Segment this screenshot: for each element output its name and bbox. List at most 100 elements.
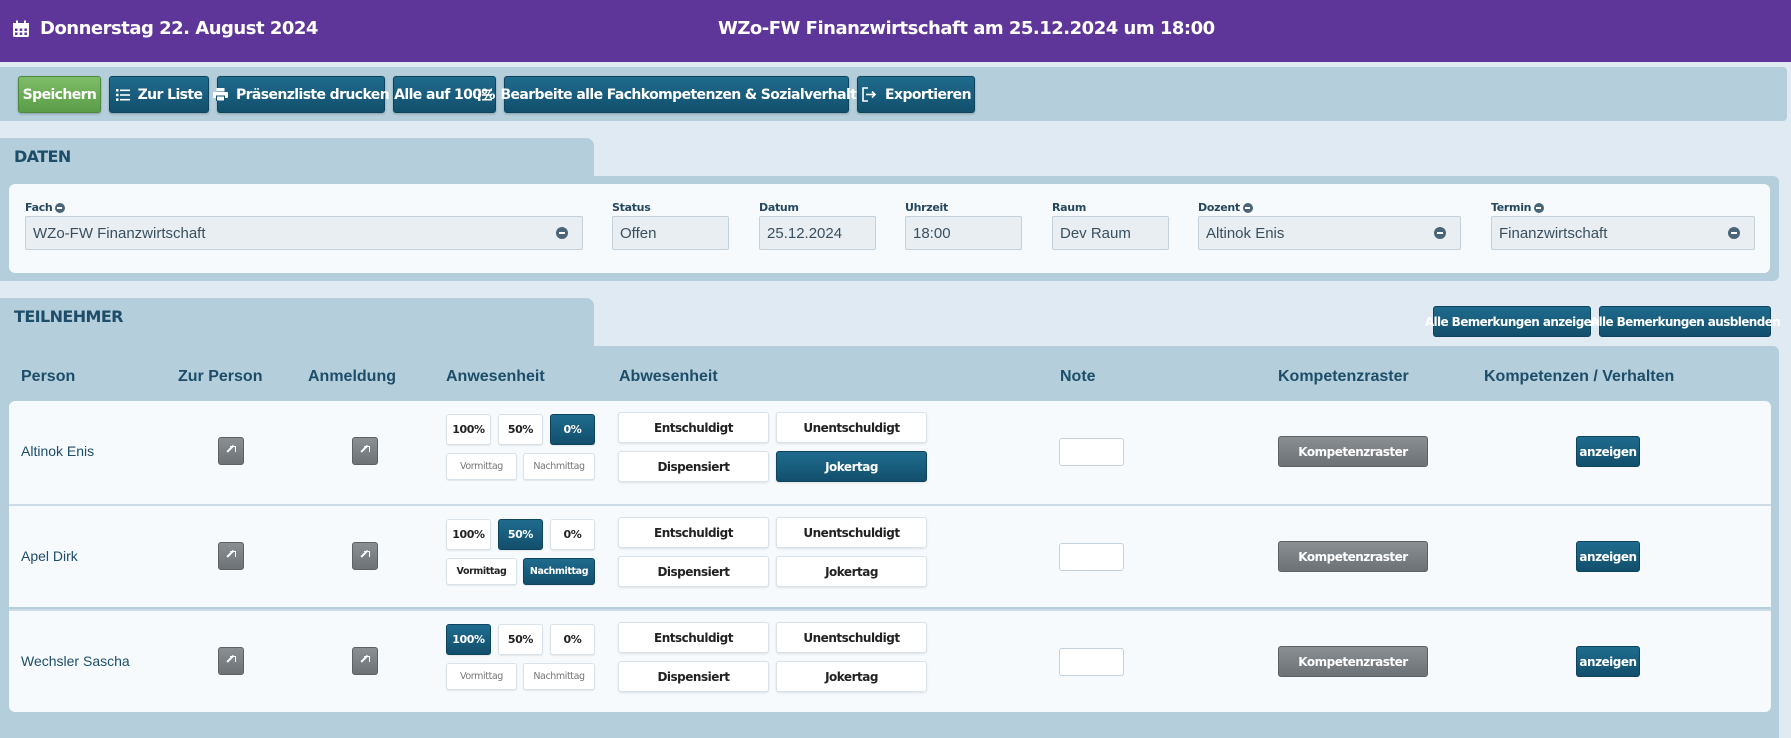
presence-50-button[interactable]: 50% <box>498 624 543 655</box>
dozent-value: Altinok Enis <box>1206 225 1285 242</box>
arrow-right-icon[interactable] <box>1434 227 1446 239</box>
print-button[interactable]: Präsenzliste drucken <box>212 76 390 113</box>
date-text: Donnerstag 22. August 2024 <box>40 18 318 39</box>
col-abwesenheit: Abwesenheit <box>619 368 718 385</box>
note-input[interactable] <box>1059 648 1124 676</box>
hide-all-remarks-button[interactable]: Alle Bemerkungen ausblenden <box>1590 306 1781 337</box>
show-competencies-button[interactable]: anzeigen <box>1576 541 1640 572</box>
presence-0-button[interactable]: 0% <box>550 624 595 655</box>
dozent-label-text: Dozent <box>1198 201 1240 214</box>
calendar-icon <box>13 20 29 37</box>
toolbar: Speichern Zur Liste Präsenzliste drucken… <box>0 67 1787 121</box>
datum-value: 25.12.2024 <box>767 225 843 242</box>
status-label: Status <box>612 201 651 214</box>
col-person: Person <box>21 368 76 385</box>
termin-label: Termin <box>1491 201 1545 214</box>
nachmittag-button[interactable]: Nachmittag <box>523 663 595 690</box>
page-title: WZo-FW Finanzwirtschaft am 25.12.2024 um… <box>718 18 1215 39</box>
raum-value: Dev Raum <box>1060 225 1131 242</box>
presence-100-button[interactable]: 100% <box>446 519 491 550</box>
open-person-icon[interactable] <box>218 437 244 465</box>
list-icon <box>115 88 130 101</box>
table-row: Apel Dirk 100% 50% 0% Vormittag Nachmitt… <box>9 504 1771 607</box>
unentschuldigt-button[interactable]: Unentschuldigt <box>776 622 927 653</box>
table-row: Altinok Enis 100% 50% 0% Vormittag Nachm… <box>9 401 1771 504</box>
datum-field[interactable]: 25.12.2024 <box>759 216 876 250</box>
top-bar: Donnerstag 22. August 2024 WZo-FW Finanz… <box>0 0 1791 62</box>
unentschuldigt-button[interactable]: Unentschuldigt <box>776 517 927 548</box>
uhrzeit-label: Uhrzeit <box>905 201 948 214</box>
edit-all-competencies-button[interactable]: Bearbeite alle Fachkompetenzen & Sozialv… <box>478 76 875 113</box>
open-person-icon[interactable] <box>218 542 244 570</box>
save-label: Speichern <box>22 86 97 103</box>
edit-all-label: Bearbeite alle Fachkompetenzen & Sozialv… <box>500 86 875 103</box>
save-button[interactable]: Speichern <box>18 76 101 113</box>
kompetenzraster-button[interactable]: Kompetenzraster <box>1278 646 1428 677</box>
nachmittag-button[interactable]: Nachmittag <box>523 453 595 480</box>
dispensiert-button[interactable]: Dispensiert <box>618 451 769 482</box>
dispensiert-button[interactable]: Dispensiert <box>618 556 769 587</box>
uhrzeit-field[interactable]: 18:00 <box>905 216 1022 250</box>
open-registration-icon[interactable] <box>352 437 378 465</box>
presence-50-button[interactable]: 50% <box>498 519 543 550</box>
person-name: Apel Dirk <box>21 548 78 564</box>
presence-100-button[interactable]: 100% <box>446 414 491 445</box>
entschuldigt-button[interactable]: Entschuldigt <box>618 517 769 548</box>
dozent-field[interactable]: Altinok Enis <box>1198 216 1461 250</box>
fach-field[interactable]: WZo-FW Finanzwirtschaft <box>25 216 583 250</box>
show-competencies-button[interactable]: anzeigen <box>1576 646 1640 677</box>
presence-0-button[interactable]: 0% <box>550 519 595 550</box>
vormittag-button[interactable]: Vormittag <box>446 558 517 585</box>
list-button[interactable]: Zur Liste <box>109 76 209 113</box>
list-icon <box>478 88 493 101</box>
export-label: Exportieren <box>885 86 971 103</box>
col-kompetenzen-verhalten: Kompetenzen / Verhalten <box>1484 368 1675 385</box>
entschuldigt-button[interactable]: Entschuldigt <box>618 412 769 443</box>
daten-panel: Fach WZo-FW Finanzwirtschaft Status Offe… <box>0 176 1779 281</box>
dispensiert-button[interactable]: Dispensiert <box>618 661 769 692</box>
jokertag-button[interactable]: Jokertag <box>776 661 927 692</box>
status-field[interactable]: Offen <box>612 216 729 250</box>
arrow-right-icon[interactable] <box>55 202 66 213</box>
arrow-right-icon[interactable] <box>1242 202 1253 213</box>
col-note: Note <box>1060 368 1096 385</box>
export-icon <box>862 87 877 102</box>
termin-field[interactable]: Finanzwirtschaft <box>1491 216 1755 250</box>
termin-value: Finanzwirtschaft <box>1499 225 1608 242</box>
daten-heading: DATEN <box>14 147 71 166</box>
kompetenzraster-button[interactable]: Kompetenzraster <box>1278 541 1428 572</box>
open-registration-icon[interactable] <box>352 542 378 570</box>
presence-100-button[interactable]: 100% <box>446 624 491 655</box>
daten-fields: Fach WZo-FW Finanzwirtschaft Status Offe… <box>9 184 1770 273</box>
arrow-right-icon[interactable] <box>1534 202 1545 213</box>
raum-field[interactable]: Dev Raum <box>1052 216 1169 250</box>
open-person-icon[interactable] <box>218 647 244 675</box>
open-registration-icon[interactable] <box>352 647 378 675</box>
nachmittag-button[interactable]: Nachmittag <box>523 558 595 585</box>
show-competencies-button[interactable]: anzeigen <box>1576 436 1640 467</box>
presence-50-button[interactable]: 50% <box>498 414 543 445</box>
arrow-right-icon[interactable] <box>1728 227 1740 239</box>
table-row: Wechsler Sascha 100% 50% 0% Vormittag Na… <box>9 609 1771 712</box>
presence-0-button[interactable]: 0% <box>550 414 595 445</box>
jokertag-button[interactable]: Jokertag <box>776 451 927 482</box>
vormittag-button[interactable]: Vormittag <box>446 453 517 480</box>
kompetenzraster-button[interactable]: Kompetenzraster <box>1278 436 1428 467</box>
note-input[interactable] <box>1059 438 1124 466</box>
person-name: Altinok Enis <box>21 443 95 459</box>
uhrzeit-value: 18:00 <box>913 225 951 242</box>
note-input[interactable] <box>1059 543 1124 571</box>
col-zur-person: Zur Person <box>178 368 263 385</box>
unentschuldigt-button[interactable]: Unentschuldigt <box>776 412 927 443</box>
fach-label: Fach <box>25 201 66 214</box>
jokertag-button[interactable]: Jokertag <box>776 556 927 587</box>
arrow-right-icon[interactable] <box>556 227 568 239</box>
print-label: Präsenzliste drucken <box>235 86 390 103</box>
vormittag-button[interactable]: Vormittag <box>446 663 517 690</box>
export-button[interactable]: Exportieren <box>857 76 975 113</box>
entschuldigt-button[interactable]: Entschuldigt <box>618 622 769 653</box>
daten-section-tab: DATEN <box>0 138 594 176</box>
show-all-remarks-button[interactable]: Alle Bemerkungen anzeigen <box>1425 306 1600 337</box>
status-value: Offen <box>620 225 657 242</box>
raum-label: Raum <box>1052 201 1086 214</box>
